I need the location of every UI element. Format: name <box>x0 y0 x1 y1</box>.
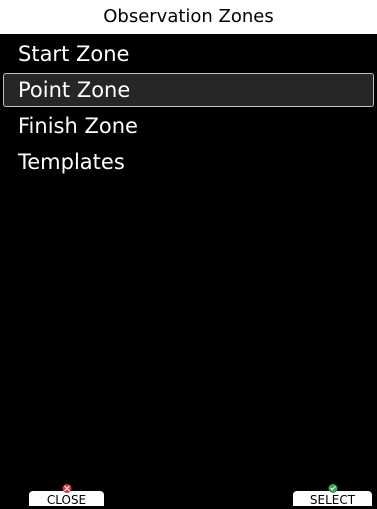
menu-item-start-zone[interactable]: Start Zone <box>0 36 377 72</box>
close-button[interactable]: CLOSE <box>29 484 104 509</box>
check-icon <box>328 484 337 493</box>
close-button-label: CLOSE <box>46 484 87 509</box>
menu-item-templates[interactable]: Templates <box>0 144 377 180</box>
close-icon <box>62 484 71 493</box>
select-button-text: SELECT <box>309 493 356 507</box>
menu-item-finish-zone[interactable]: Finish Zone <box>0 108 377 144</box>
select-button[interactable]: SELECT <box>293 484 372 509</box>
select-button-label: SELECT <box>309 484 356 509</box>
window-title: Observation Zones <box>0 0 377 34</box>
observation-zone-menu: Start Zone Point Zone Finish Zone Templa… <box>0 36 377 180</box>
menu-item-point-zone[interactable]: Point Zone <box>3 73 374 107</box>
close-button-text: CLOSE <box>46 493 87 507</box>
